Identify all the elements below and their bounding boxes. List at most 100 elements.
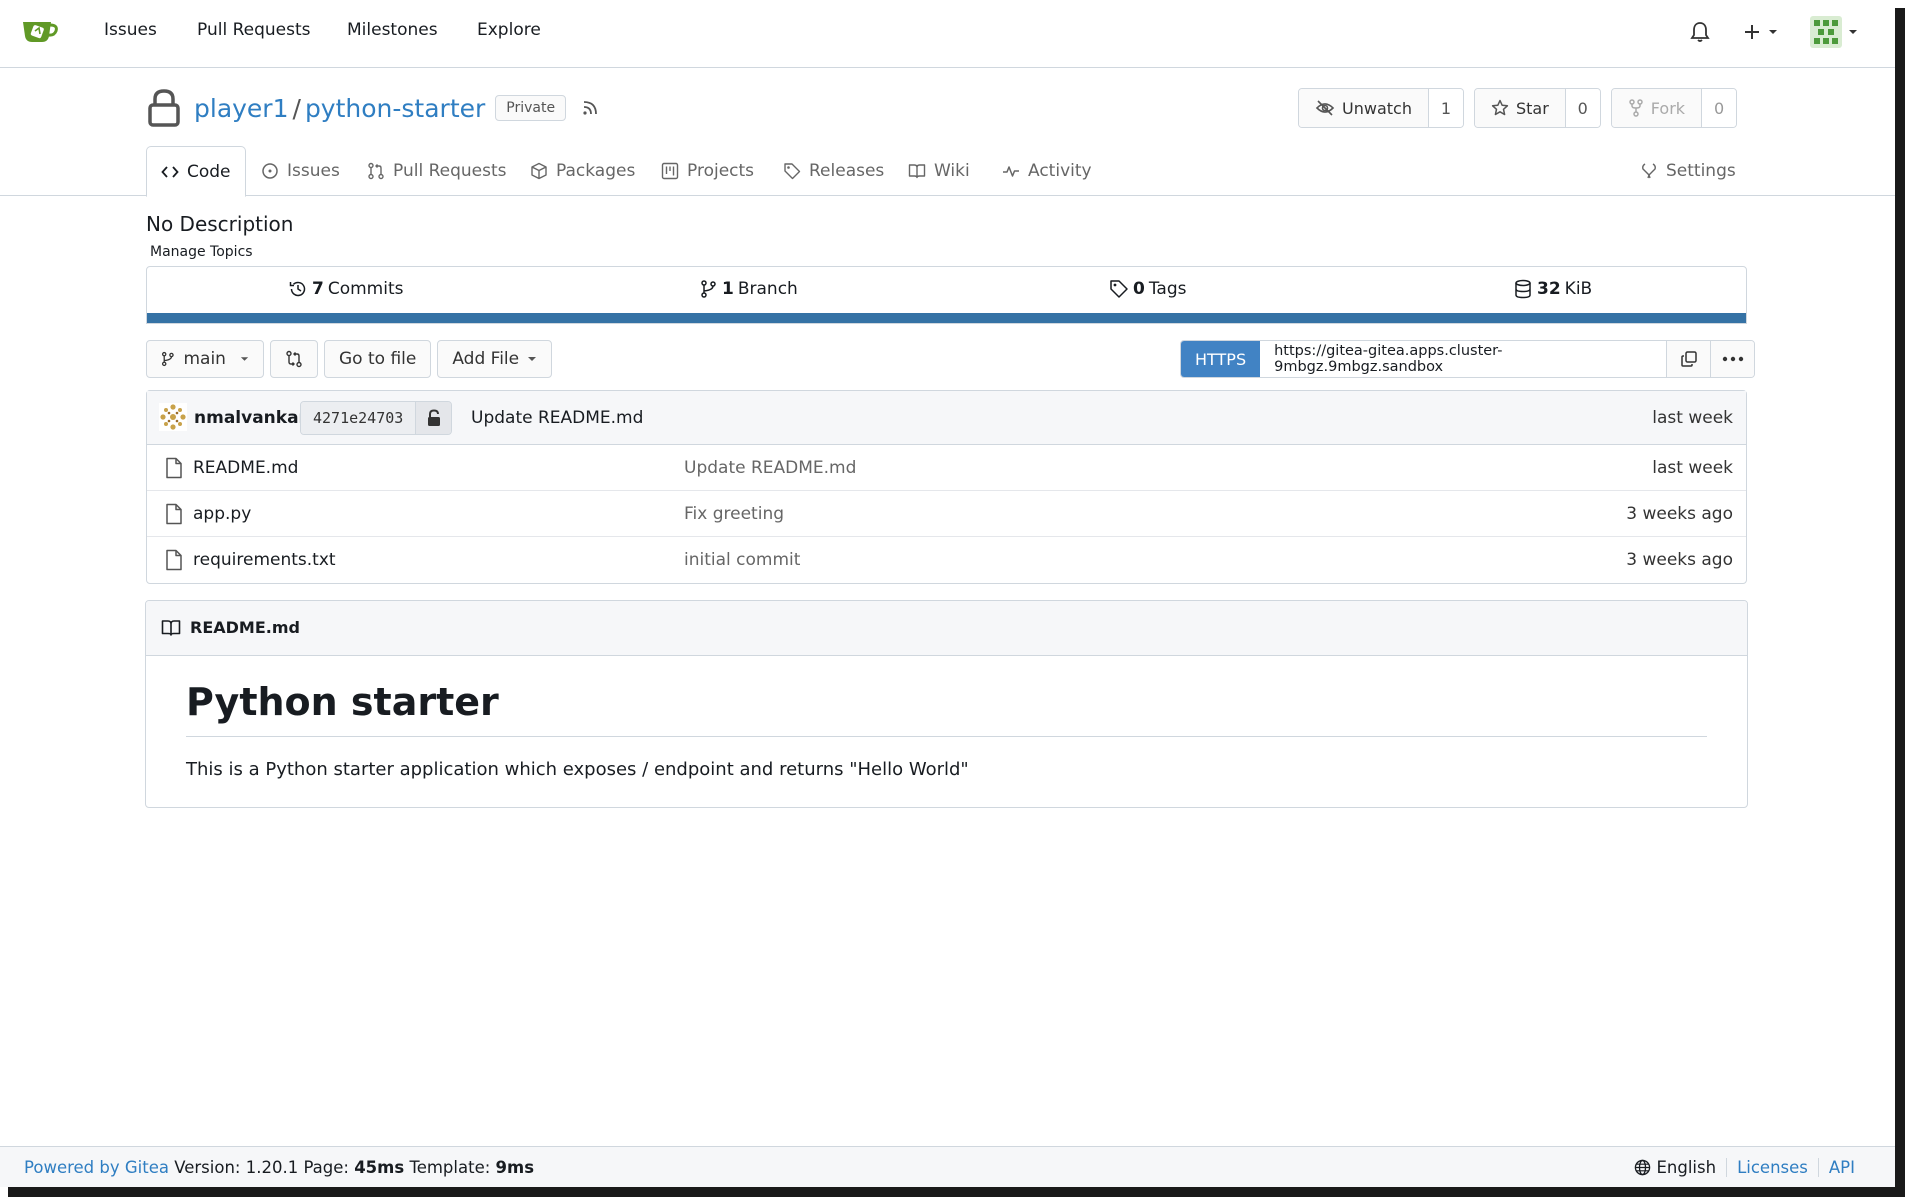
star-count[interactable]: 0 <box>1565 89 1600 127</box>
tab-activity[interactable]: Activity <box>988 146 1106 196</box>
version-text: Version: 1.20.1 Page: <box>174 1158 349 1177</box>
file-name-link[interactable]: README.md <box>193 458 298 478</box>
eye-slash-icon <box>1315 100 1335 116</box>
notification-bell-icon[interactable] <box>1688 20 1712 44</box>
readme-header: README.md <box>146 601 1747 656</box>
clone-protocol-button[interactable]: HTTPS <box>1181 341 1261 377</box>
tab-settings-label: Settings <box>1666 161 1736 181</box>
file-name-link[interactable]: app.py <box>193 504 251 524</box>
tab-wiki[interactable]: Wiki <box>894 146 984 196</box>
commit-author-avatar[interactable] <box>159 403 187 431</box>
tag-icon <box>784 163 801 180</box>
repo-tabs: Code Issues Pull Requests Packages Proje… <box>0 146 1895 197</box>
commit-signature-button[interactable] <box>415 402 452 434</box>
tab-projects[interactable]: Projects <box>647 146 768 196</box>
issue-icon <box>262 163 278 179</box>
branches-stat[interactable]: 1 Branch <box>700 279 798 299</box>
language-selector[interactable]: English <box>1634 1158 1726 1177</box>
api-link[interactable]: API <box>1817 1158 1865 1177</box>
tab-issues[interactable]: Issues <box>247 146 354 196</box>
tab-packages[interactable]: Packages <box>516 146 649 196</box>
caret-down-icon <box>240 357 249 361</box>
compare-button[interactable] <box>270 340 318 378</box>
commits-label: Commits <box>327 279 404 299</box>
rss-feed-icon[interactable] <box>580 98 600 118</box>
file-commit-message[interactable]: Update README.md <box>684 458 856 478</box>
star-button[interactable]: Star <box>1474 89 1566 127</box>
copy-url-button[interactable] <box>1666 341 1711 377</box>
tab-issues-label: Issues <box>287 161 340 181</box>
tools-icon <box>1642 163 1656 179</box>
tab-projects-label: Projects <box>687 161 755 181</box>
watch-count[interactable]: 1 <box>1428 89 1463 127</box>
tab-code-label: Code <box>187 161 231 182</box>
add-file-label: Add File <box>452 349 520 369</box>
star-label: Star <box>1515 98 1549 118</box>
file-commit-message[interactable]: initial commit <box>684 550 800 570</box>
unlock-icon <box>427 409 440 426</box>
manage-topics-link[interactable]: Manage Topics <box>150 244 253 260</box>
file-commit-message[interactable]: Fix greeting <box>684 504 784 524</box>
nav-explore[interactable]: Explore <box>477 20 541 40</box>
fork-button-group: Fork 0 <box>1610 88 1738 128</box>
language-bar[interactable] <box>147 313 1746 323</box>
create-menu-button[interactable] <box>1742 20 1786 44</box>
lock-icon <box>148 89 180 127</box>
nav-issues[interactable]: Issues <box>104 20 157 40</box>
branch-count: 1 <box>722 279 734 299</box>
tags-stat[interactable]: 0 Tags <box>1109 279 1186 299</box>
pulse-icon <box>1003 166 1019 177</box>
copy-icon <box>1680 351 1697 367</box>
project-icon <box>661 162 679 180</box>
readme-panel: README.md Python starter This is a Pytho… <box>145 600 1748 808</box>
commits-stat[interactable]: 7 Commits <box>288 279 403 299</box>
commit-author[interactable]: nmalvankar <box>194 408 307 428</box>
tab-releases-label: Releases <box>809 161 885 181</box>
clone-panel: HTTPS https://gitea-gitea.apps.cluster-9… <box>1180 340 1756 378</box>
user-avatar-menu[interactable] <box>1810 16 1872 48</box>
commit-sha[interactable]: 4271e24703 <box>301 402 416 434</box>
window-shadow-right <box>1895 8 1905 1194</box>
file-icon <box>166 549 182 571</box>
fork-icon <box>1629 99 1643 117</box>
unwatch-label: Unwatch <box>1342 98 1412 118</box>
star-button-group: Star 0 <box>1473 88 1601 128</box>
caret-down-icon <box>1849 30 1857 34</box>
plus-icon <box>1745 25 1759 39</box>
fork-button[interactable]: Fork <box>1611 89 1703 127</box>
go-to-file-button[interactable]: Go to file <box>324 340 432 378</box>
tab-pull-requests[interactable]: Pull Requests <box>353 146 521 196</box>
licenses-link[interactable]: Licenses <box>1726 1158 1818 1177</box>
nav-pull-requests[interactable]: Pull Requests <box>197 20 311 40</box>
repo-owner-link[interactable]: player1 <box>194 94 289 123</box>
clone-url-input[interactable]: https://gitea-gitea.apps.cluster-9mbgz.9… <box>1260 341 1667 377</box>
powered-by-link[interactable]: Powered by Gitea <box>24 1158 169 1177</box>
visibility-badge: Private <box>495 95 567 121</box>
repo-name-link[interactable]: python-starter <box>305 94 485 123</box>
template-label: Template: <box>409 1158 491 1177</box>
add-file-button[interactable]: Add File <box>437 340 553 378</box>
footer-links: English Licenses API <box>1634 1158 1865 1177</box>
repo-header: player1 / python-starter Private <box>146 84 600 132</box>
branch-toolbar: main Go to file Add File <box>146 340 553 378</box>
fork-label: Fork <box>1650 98 1686 118</box>
unwatch-button[interactable]: Unwatch <box>1299 89 1429 127</box>
branch-selector[interactable]: main <box>146 340 264 378</box>
fork-count[interactable]: 0 <box>1702 89 1737 127</box>
file-row: README.md Update README.md last week <box>147 445 1746 491</box>
tags-label: Tags <box>1148 279 1187 299</box>
branch-icon <box>701 280 716 298</box>
tags-count: 0 <box>1133 279 1145 299</box>
clone-more-button[interactable] <box>1710 341 1755 377</box>
tab-code[interactable]: Code <box>146 146 246 197</box>
gitea-logo-icon[interactable] <box>20 14 60 48</box>
nav-milestones[interactable]: Milestones <box>347 20 438 40</box>
tab-settings[interactable]: Settings <box>1626 146 1750 196</box>
code-icon <box>161 165 179 178</box>
branch-label: Branch <box>737 279 798 299</box>
readme-filename[interactable]: README.md <box>190 618 300 637</box>
database-icon <box>1515 279 1531 299</box>
commit-message[interactable]: Update README.md <box>471 408 643 428</box>
file-name-link[interactable]: requirements.txt <box>193 550 336 570</box>
tab-releases[interactable]: Releases <box>769 146 898 196</box>
